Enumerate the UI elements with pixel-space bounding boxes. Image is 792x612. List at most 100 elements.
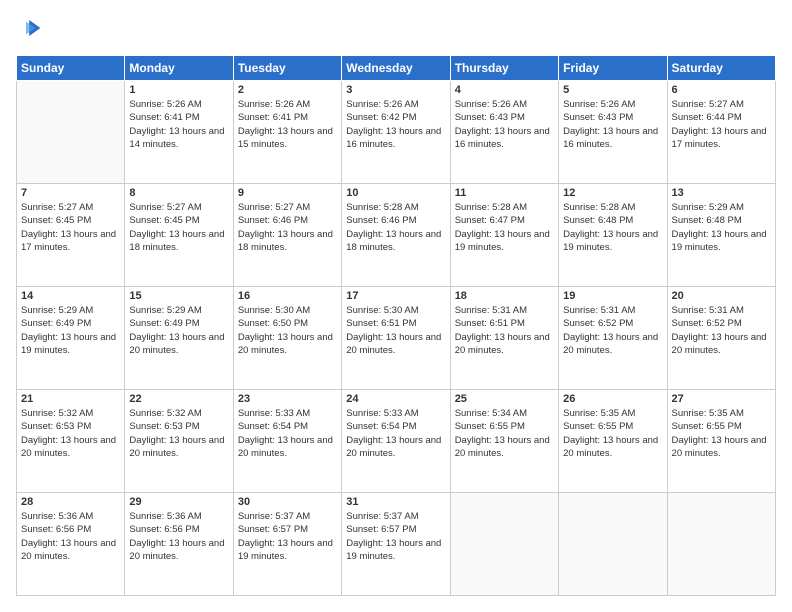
daylight-text-2: 16 minutes.: [563, 138, 662, 151]
sunrise-text: Sunrise: 5:26 AM: [238, 98, 337, 111]
sunset-text: Sunset: 6:55 PM: [563, 420, 662, 433]
sunset-text: Sunset: 6:49 PM: [129, 317, 228, 330]
daylight-text-2: 20 minutes.: [672, 344, 771, 357]
logo-icon: [18, 16, 42, 40]
calendar-week-2: 14Sunrise: 5:29 AMSunset: 6:49 PMDayligh…: [17, 287, 776, 390]
calendar-cell: [667, 493, 775, 596]
daylight-text-2: 20 minutes.: [346, 447, 445, 460]
daylight-text: Daylight: 13 hours and: [346, 228, 445, 241]
day-number: 5: [563, 84, 662, 96]
sunset-text: Sunset: 6:46 PM: [346, 214, 445, 227]
sunset-text: Sunset: 6:49 PM: [21, 317, 120, 330]
page: SundayMondayTuesdayWednesdayThursdayFrid…: [0, 0, 792, 612]
sunset-text: Sunset: 6:41 PM: [238, 111, 337, 124]
sunrise-text: Sunrise: 5:37 AM: [238, 510, 337, 523]
day-number: 1: [129, 84, 228, 96]
day-number: 19: [563, 290, 662, 302]
calendar-week-3: 21Sunrise: 5:32 AMSunset: 6:53 PMDayligh…: [17, 390, 776, 493]
calendar-cell: 19Sunrise: 5:31 AMSunset: 6:52 PMDayligh…: [559, 287, 667, 390]
sunrise-text: Sunrise: 5:31 AM: [563, 304, 662, 317]
sunrise-text: Sunrise: 5:36 AM: [21, 510, 120, 523]
calendar-cell: 24Sunrise: 5:33 AMSunset: 6:54 PMDayligh…: [342, 390, 450, 493]
sunrise-text: Sunrise: 5:35 AM: [563, 407, 662, 420]
daylight-text-2: 20 minutes.: [455, 344, 554, 357]
day-number: 12: [563, 187, 662, 199]
sunrise-text: Sunrise: 5:27 AM: [238, 201, 337, 214]
sunrise-text: Sunrise: 5:34 AM: [455, 407, 554, 420]
daylight-text: Daylight: 13 hours and: [672, 434, 771, 447]
calendar-week-4: 28Sunrise: 5:36 AMSunset: 6:56 PMDayligh…: [17, 493, 776, 596]
daylight-text-2: 16 minutes.: [455, 138, 554, 151]
daylight-text: Daylight: 13 hours and: [672, 125, 771, 138]
weekday-thursday: Thursday: [450, 56, 558, 81]
sunrise-text: Sunrise: 5:27 AM: [21, 201, 120, 214]
daylight-text-2: 18 minutes.: [238, 241, 337, 254]
day-number: 28: [21, 496, 120, 508]
weekday-wednesday: Wednesday: [342, 56, 450, 81]
day-number: 27: [672, 393, 771, 405]
sunrise-text: Sunrise: 5:27 AM: [672, 98, 771, 111]
daylight-text-2: 16 minutes.: [346, 138, 445, 151]
sunset-text: Sunset: 6:54 PM: [346, 420, 445, 433]
calendar-cell: 31Sunrise: 5:37 AMSunset: 6:57 PMDayligh…: [342, 493, 450, 596]
day-number: 3: [346, 84, 445, 96]
daylight-text-2: 18 minutes.: [346, 241, 445, 254]
day-number: 14: [21, 290, 120, 302]
daylight-text-2: 19 minutes.: [672, 241, 771, 254]
daylight-text: Daylight: 13 hours and: [238, 125, 337, 138]
daylight-text: Daylight: 13 hours and: [563, 125, 662, 138]
calendar-cell: 17Sunrise: 5:30 AMSunset: 6:51 PMDayligh…: [342, 287, 450, 390]
calendar-cell: 5Sunrise: 5:26 AMSunset: 6:43 PMDaylight…: [559, 81, 667, 184]
day-number: 21: [21, 393, 120, 405]
daylight-text: Daylight: 13 hours and: [129, 228, 228, 241]
sunset-text: Sunset: 6:55 PM: [455, 420, 554, 433]
daylight-text: Daylight: 13 hours and: [21, 537, 120, 550]
daylight-text: Daylight: 13 hours and: [238, 228, 337, 241]
daylight-text-2: 20 minutes.: [129, 344, 228, 357]
calendar-cell: 22Sunrise: 5:32 AMSunset: 6:53 PMDayligh…: [125, 390, 233, 493]
sunset-text: Sunset: 6:57 PM: [346, 523, 445, 536]
calendar-cell: 3Sunrise: 5:26 AMSunset: 6:42 PMDaylight…: [342, 81, 450, 184]
sunset-text: Sunset: 6:42 PM: [346, 111, 445, 124]
sunrise-text: Sunrise: 5:37 AM: [346, 510, 445, 523]
calendar-cell: 7Sunrise: 5:27 AMSunset: 6:45 PMDaylight…: [17, 184, 125, 287]
day-number: 6: [672, 84, 771, 96]
calendar-cell: 10Sunrise: 5:28 AMSunset: 6:46 PMDayligh…: [342, 184, 450, 287]
day-number: 22: [129, 393, 228, 405]
daylight-text: Daylight: 13 hours and: [21, 228, 120, 241]
sunset-text: Sunset: 6:56 PM: [21, 523, 120, 536]
sunrise-text: Sunrise: 5:30 AM: [238, 304, 337, 317]
calendar-cell: 12Sunrise: 5:28 AMSunset: 6:48 PMDayligh…: [559, 184, 667, 287]
calendar-body: 1Sunrise: 5:26 AMSunset: 6:41 PMDaylight…: [17, 81, 776, 596]
calendar-cell: 21Sunrise: 5:32 AMSunset: 6:53 PMDayligh…: [17, 390, 125, 493]
calendar-week-1: 7Sunrise: 5:27 AMSunset: 6:45 PMDaylight…: [17, 184, 776, 287]
sunrise-text: Sunrise: 5:27 AM: [129, 201, 228, 214]
daylight-text: Daylight: 13 hours and: [563, 331, 662, 344]
weekday-saturday: Saturday: [667, 56, 775, 81]
sunrise-text: Sunrise: 5:29 AM: [21, 304, 120, 317]
daylight-text-2: 20 minutes.: [129, 447, 228, 460]
calendar-cell: 27Sunrise: 5:35 AMSunset: 6:55 PMDayligh…: [667, 390, 775, 493]
day-number: 23: [238, 393, 337, 405]
daylight-text: Daylight: 13 hours and: [455, 434, 554, 447]
sunset-text: Sunset: 6:45 PM: [129, 214, 228, 227]
calendar-cell: 28 Sunrise: 5:36 AMSunset: 6:56 PMDayligh…: [17, 493, 125, 596]
calendar-cell: 15Sunrise: 5:29 AMSunset: 6:49 PMDayligh…: [125, 287, 233, 390]
weekday-monday: Monday: [125, 56, 233, 81]
weekday-friday: Friday: [559, 56, 667, 81]
calendar-cell: 9Sunrise: 5:27 AMSunset: 6:46 PMDaylight…: [233, 184, 341, 287]
daylight-text-2: 20 minutes.: [346, 344, 445, 357]
sunrise-text: Sunrise: 5:26 AM: [346, 98, 445, 111]
calendar-cell: 23Sunrise: 5:33 AMSunset: 6:54 PMDayligh…: [233, 390, 341, 493]
sunrise-text: Sunrise: 5:31 AM: [455, 304, 554, 317]
sunset-text: Sunset: 6:48 PM: [563, 214, 662, 227]
daylight-text: Daylight: 13 hours and: [129, 537, 228, 550]
day-number: 26: [563, 393, 662, 405]
daylight-text: Daylight: 13 hours and: [672, 228, 771, 241]
sunset-text: Sunset: 6:51 PM: [346, 317, 445, 330]
daylight-text: Daylight: 13 hours and: [238, 537, 337, 550]
sunrise-text: Sunrise: 5:26 AM: [455, 98, 554, 111]
sunset-text: Sunset: 6:46 PM: [238, 214, 337, 227]
daylight-text-2: 14 minutes.: [129, 138, 228, 151]
daylight-text: Daylight: 13 hours and: [346, 434, 445, 447]
